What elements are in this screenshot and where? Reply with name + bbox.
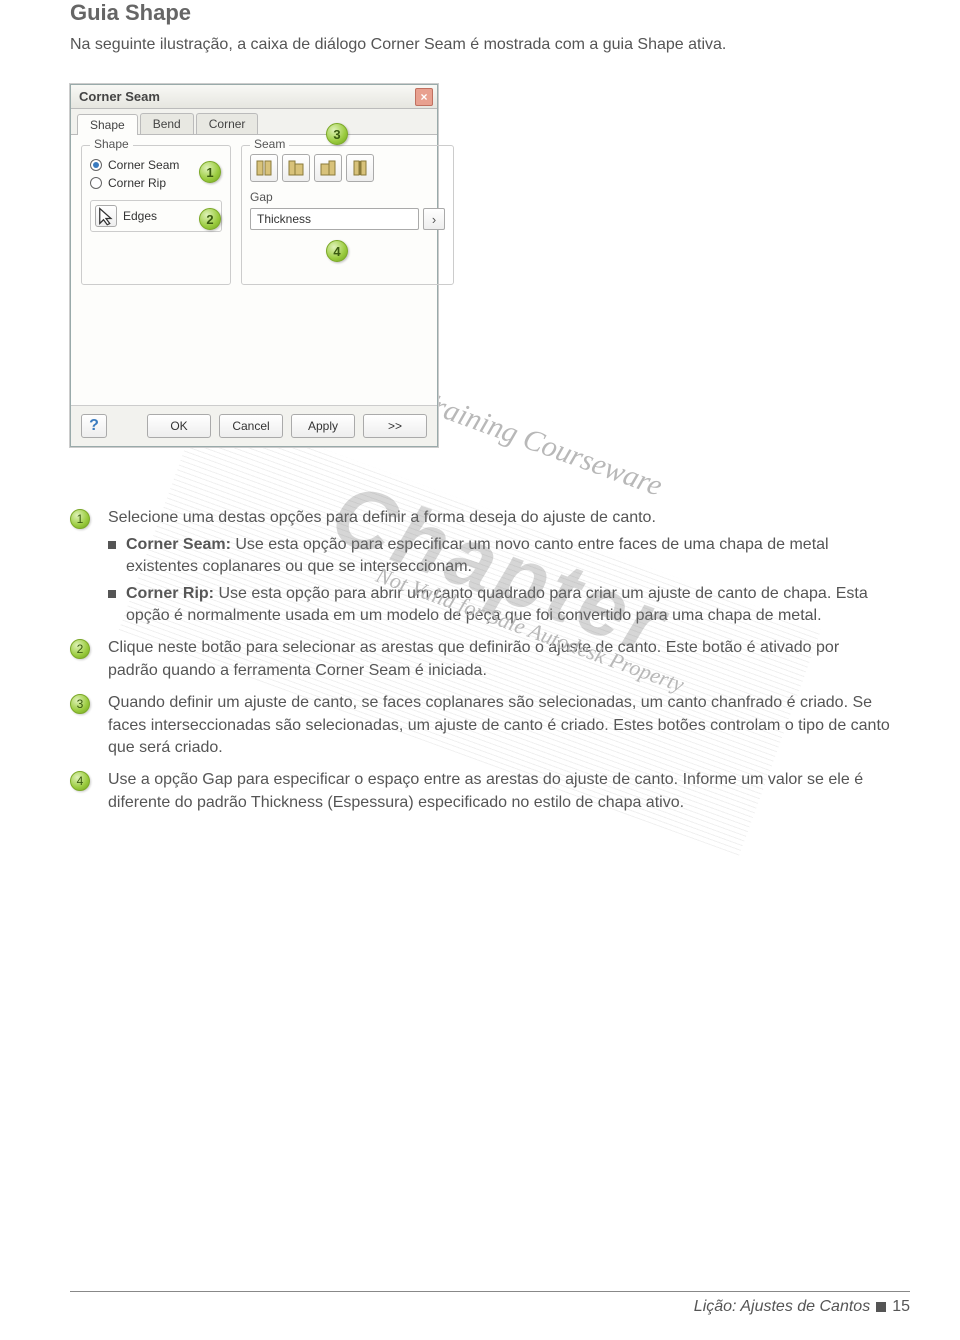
radio-icon	[90, 159, 102, 171]
corner-seam-dialog: Corner Seam × Shape Bend Corner Shape Co…	[70, 84, 438, 447]
edges-label: Edges	[123, 209, 157, 223]
tab-corner[interactable]: Corner	[196, 113, 259, 134]
radio-icon	[90, 177, 102, 189]
list-marker-3: 3	[70, 694, 90, 714]
dialog-body: Shape Corner Seam Corner Rip Edges Seam	[71, 135, 437, 295]
explain-1-bullet-1: Corner Seam: Use esta opção para especif…	[126, 534, 890, 579]
tab-shape[interactable]: Shape	[77, 114, 138, 135]
gap-flyout-button[interactable]: ›	[423, 208, 445, 230]
list-marker-2: 2	[70, 639, 90, 659]
select-arrow-icon[interactable]	[95, 205, 117, 227]
footer-text: Lição: Ajustes de Cantos	[694, 1298, 870, 1316]
explain-item-3: 3 Quando definir um ajuste de canto, se …	[70, 692, 890, 759]
explain-3-text: Quando definir um ajuste de canto, se fa…	[108, 692, 890, 759]
gap-label: Gap	[250, 190, 445, 204]
explain-1-b2-rest: Use esta opção para abrir um canto quadr…	[126, 585, 868, 624]
tab-bend[interactable]: Bend	[140, 113, 194, 134]
explain-4-text: Use a opção Gap para especificar o espaç…	[108, 769, 890, 814]
explanation-list: 1 Selecione uma destas opções para defin…	[70, 507, 890, 814]
seam-group-title: Seam	[250, 137, 289, 151]
seam-type-3-button[interactable]	[314, 154, 342, 182]
explain-1-b1-rest: Use esta opção para especificar um novo …	[126, 536, 829, 575]
radio-corner-seam-label: Corner Seam	[108, 158, 179, 172]
radio-corner-rip-label: Corner Rip	[108, 176, 166, 190]
dialog-titlebar[interactable]: Corner Seam ×	[71, 85, 437, 109]
explain-1-b1-bold: Corner Seam:	[126, 536, 231, 553]
seam-type-buttons	[250, 154, 445, 182]
seam-type-1-button[interactable]	[250, 154, 278, 182]
help-button[interactable]: ?	[81, 414, 107, 438]
gap-input[interactable]	[250, 208, 419, 230]
ok-button[interactable]: OK	[147, 414, 211, 438]
list-marker-1: 1	[70, 509, 90, 529]
list-marker-4: 4	[70, 771, 90, 791]
explain-item-2: 2 Clique neste botão para selecionar as …	[70, 637, 890, 682]
page-intro: Na seguinte ilustração, a caixa de diálo…	[70, 34, 890, 56]
page-footer: Lição: Ajustes de Cantos 15	[70, 1291, 910, 1316]
explain-2-text: Clique neste botão para selecionar as ar…	[108, 637, 890, 682]
gap-row: ›	[250, 208, 445, 230]
shape-group-title: Shape	[90, 137, 133, 151]
square-bullet-icon	[108, 541, 116, 549]
explain-1-bullet-2: Corner Rip: Use esta opção para abrir um…	[126, 583, 890, 628]
seam-type-2-button[interactable]	[282, 154, 310, 182]
dialog-title: Corner Seam	[79, 89, 160, 104]
dialog-tabs: Shape Bend Corner	[71, 109, 437, 135]
apply-button[interactable]: Apply	[291, 414, 355, 438]
cancel-button[interactable]: Cancel	[219, 414, 283, 438]
seam-groupbox: Seam Gap ›	[241, 145, 454, 285]
footer-page-number: 15	[892, 1298, 910, 1316]
explain-item-4: 4 Use a opção Gap para especificar o esp…	[70, 769, 890, 814]
footer-square-icon	[876, 1302, 886, 1312]
seam-type-4-button[interactable]	[346, 154, 374, 182]
page-heading: Guia Shape	[70, 0, 890, 26]
explain-1-b2-bold: Corner Rip:	[126, 585, 214, 602]
close-icon[interactable]: ×	[415, 88, 433, 106]
square-bullet-icon	[108, 590, 116, 598]
dialog-spacer	[71, 295, 437, 405]
dialog-footer: ? OK Cancel Apply >>	[71, 405, 437, 446]
explain-1-lead: Selecione uma destas opções para definir…	[108, 507, 890, 529]
explain-item-1: 1 Selecione uma destas opções para defin…	[70, 507, 890, 627]
expand-button[interactable]: >>	[363, 414, 427, 438]
